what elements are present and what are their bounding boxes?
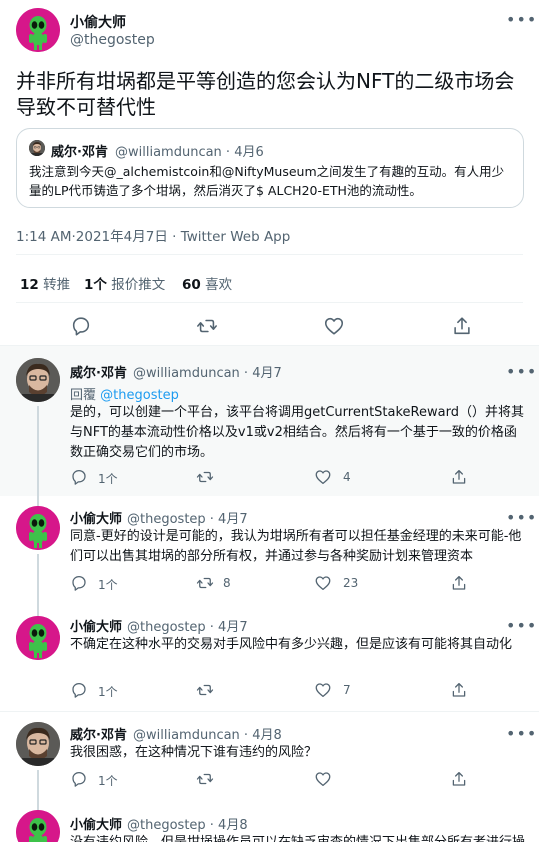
more-icon[interactable]: ••• bbox=[506, 364, 536, 380]
reply-tweet[interactable]: 威尔·邓肯 @williamduncan · 4月8 ••• 我很困惑，在这种情… bbox=[0, 712, 539, 804]
author-name[interactable]: 小偷大师 bbox=[70, 12, 126, 32]
share-icon[interactable] bbox=[450, 574, 468, 592]
reply-icon[interactable] bbox=[70, 315, 92, 337]
author-handle[interactable]: @thegostep · 4月8 bbox=[127, 814, 248, 833]
avatar[interactable] bbox=[16, 8, 60, 52]
reply-text: 我很困惑，在这种情况下谁有违约的风险？ bbox=[70, 745, 318, 760]
retweet-icon[interactable] bbox=[196, 770, 214, 788]
heart-icon[interactable] bbox=[314, 681, 332, 699]
thread-line bbox=[37, 406, 39, 496]
retweet-icon[interactable] bbox=[196, 468, 214, 486]
divider bbox=[16, 254, 523, 255]
tweet-timestamp[interactable]: 1:14 AM·2021年4月7日 · Twitter Web App bbox=[16, 225, 290, 245]
reply-icon[interactable] bbox=[70, 468, 88, 486]
heart-icon[interactable] bbox=[314, 574, 332, 592]
quoted-text: 我注意到今天@_alchemistcoin和@NiftyMuseum之间发生了有… bbox=[29, 164, 505, 198]
reply-tweet[interactable]: 小偷大师 @thegostep · 4月7 ••• 不确定在这种水平的交易对手风… bbox=[0, 606, 539, 712]
avatar[interactable] bbox=[16, 358, 60, 402]
quoted-author-handle: @williamduncan · 4月6 bbox=[115, 145, 264, 160]
reply-to-line: 回覆 @thegostep bbox=[70, 388, 179, 403]
heart-icon[interactable] bbox=[314, 770, 332, 788]
reply-tweet[interactable]: 小偷大师 @thegostep · 4月7 ••• 同意-更好的设计是可能的，我… bbox=[0, 496, 539, 606]
quoted-author-name: 威尔·邓肯 bbox=[51, 145, 108, 160]
alien-avatar-icon bbox=[16, 506, 60, 550]
author-name[interactable]: 威尔·邓肯 bbox=[70, 724, 127, 743]
retweet-icon[interactable] bbox=[196, 315, 218, 337]
thread-line bbox=[37, 606, 39, 616]
reply-text: 同意-更好的设计是可能的，我认为坩埚所有者可以担任基金经理的未来可能-他们可以出… bbox=[70, 529, 522, 564]
heart-icon[interactable] bbox=[314, 468, 332, 486]
main-tweet: 小偷大师 @thegostep ••• 并非所有坩埚都是平等创造的您会认为NFT… bbox=[0, 0, 539, 346]
retweet-icon[interactable] bbox=[196, 574, 214, 592]
reply-count: 1个 bbox=[98, 578, 118, 592]
avatar[interactable] bbox=[16, 722, 60, 766]
author-handle[interactable]: @williamduncan · 4月7 bbox=[133, 362, 282, 381]
thread-line bbox=[37, 554, 39, 606]
reply-to-handle[interactable]: @thegostep bbox=[100, 388, 179, 403]
quoted-avatar bbox=[29, 140, 45, 156]
alien-avatar-icon bbox=[16, 616, 60, 660]
alien-avatar-icon bbox=[16, 810, 60, 842]
author-name[interactable]: 威尔·邓肯 bbox=[70, 362, 127, 381]
person-avatar-icon bbox=[16, 358, 60, 402]
author-name[interactable]: 小偷大师 bbox=[70, 616, 122, 635]
thread-line bbox=[37, 770, 39, 804]
reply-text: 不确定在这种水平的交易对手风险中有多少兴趣，但是应该有可能将其自动化 bbox=[70, 637, 513, 652]
reply-count: 1个 bbox=[98, 774, 118, 788]
retweet-count: 8 bbox=[223, 576, 231, 590]
thread-line bbox=[37, 496, 39, 506]
reply-icon[interactable] bbox=[70, 681, 88, 699]
author-handle[interactable]: @williamduncan · 4月8 bbox=[133, 724, 282, 743]
share-icon[interactable] bbox=[450, 468, 468, 486]
person-avatar-icon bbox=[16, 722, 60, 766]
more-icon[interactable]: ••• bbox=[506, 618, 536, 634]
retweets-stat[interactable]: 12 转推 bbox=[20, 273, 70, 293]
more-icon[interactable]: ••• bbox=[506, 726, 536, 742]
author-name[interactable]: 小偷大师 bbox=[70, 814, 122, 833]
divider bbox=[16, 302, 523, 303]
like-count: 7 bbox=[343, 683, 351, 697]
reply-text: 是的，可以创建一个平台，该平台将调用getCurrentStakeReward（… bbox=[70, 405, 524, 460]
reply-count: 1个 bbox=[98, 472, 118, 486]
avatar[interactable] bbox=[16, 506, 60, 550]
quoted-tweet[interactable]: 威尔·邓肯 @williamduncan · 4月6 我注意到今天@_alche… bbox=[16, 128, 524, 208]
reply-icon[interactable] bbox=[70, 770, 88, 788]
author-handle[interactable]: @thegostep · 4月7 bbox=[127, 616, 248, 635]
more-icon[interactable]: ••• bbox=[506, 12, 536, 28]
retweet-icon[interactable] bbox=[196, 681, 214, 699]
heart-icon[interactable] bbox=[323, 315, 345, 337]
quotes-stat[interactable]: 1个 报价推文 bbox=[84, 273, 165, 293]
like-count: 4 bbox=[343, 470, 351, 484]
author-handle[interactable]: @thegostep · 4月7 bbox=[127, 508, 248, 527]
author-handle[interactable]: @thegostep bbox=[70, 32, 155, 48]
like-count: 23 bbox=[343, 576, 359, 590]
tweet-text: 并非所有坩埚都是平等创造的您会认为NFT的二级市场会导致不可替代性 bbox=[16, 69, 515, 119]
share-icon[interactable] bbox=[451, 315, 473, 337]
reply-tweet[interactable]: 小偷大师 @thegostep · 4月8 没有违约风险，但是坩埚操作员可以在缺… bbox=[0, 804, 539, 842]
reply-count: 1个 bbox=[98, 685, 118, 699]
alien-avatar-icon bbox=[16, 8, 60, 52]
more-icon[interactable]: ••• bbox=[506, 510, 536, 526]
share-icon[interactable] bbox=[450, 770, 468, 788]
likes-stat[interactable]: 60 喜欢 bbox=[182, 273, 232, 293]
share-icon[interactable] bbox=[450, 681, 468, 699]
avatar[interactable] bbox=[16, 616, 60, 660]
person-avatar-icon bbox=[29, 140, 45, 156]
reply-tweet[interactable]: 威尔·邓肯 @williamduncan · 4月7 ••• 回覆 @thego… bbox=[0, 346, 539, 496]
reply-text: 没有违约风险，但是坩埚操作员可以在缺乏审查的情况下出售部分所有者进行操 bbox=[70, 833, 525, 842]
reply-icon[interactable] bbox=[70, 574, 88, 592]
avatar[interactable] bbox=[16, 810, 60, 842]
author-name[interactable]: 小偷大师 bbox=[70, 508, 122, 527]
